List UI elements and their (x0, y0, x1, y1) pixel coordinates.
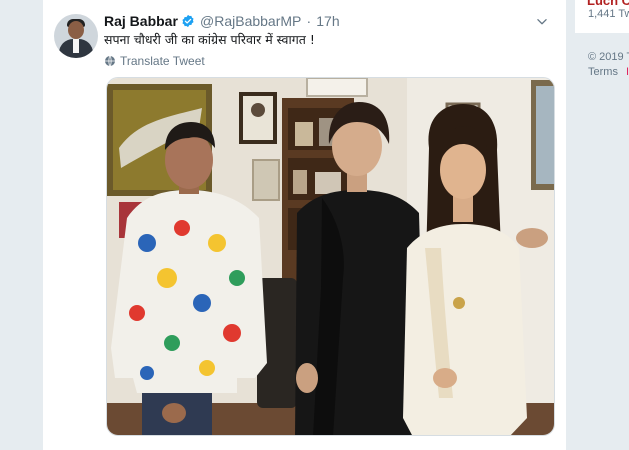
photo-sweater-dot-11 (140, 366, 154, 380)
photo-sweater-dot-6 (193, 294, 211, 312)
avatar[interactable] (54, 14, 98, 58)
photo-woman-black-hand (296, 363, 318, 393)
tweet-photo[interactable] (106, 77, 555, 436)
tweet-text: सपना चौधरी जी का कांग्रेस परिवार में स्व… (104, 32, 315, 47)
photo-sweater-dot-3 (208, 234, 226, 252)
tweet-header: Raj Babbar @RajBabbarMP · 17h (104, 11, 559, 31)
photo-woman-white-dress (403, 224, 527, 435)
trend-card[interactable]: Lucn C 1,441 Tw (575, 0, 629, 33)
photo-man-sweater (111, 190, 267, 393)
photo-portrait-head (251, 103, 265, 117)
photo-frame-small (252, 159, 280, 201)
photo-sweater-dot-5 (157, 268, 177, 288)
translate-tweet-link[interactable]: Translate Tweet (104, 54, 205, 68)
copyright-text: © 2019 T (588, 51, 629, 63)
photo-sweater-dot-2 (174, 220, 190, 236)
tweet-card: Raj Babbar @RajBabbarMP · 17h सपना चौधरी… (42, 0, 567, 450)
photo-man-hand (162, 403, 186, 423)
avatar-head (68, 21, 84, 39)
photo-shelf-frame-1 (295, 122, 313, 146)
photo-illustration (107, 78, 554, 435)
terms-link[interactable]: Terms (588, 66, 618, 78)
trend-title[interactable]: Lucn C (587, 0, 629, 8)
photo-sweater-dot-1 (138, 234, 156, 252)
user-handle[interactable]: @RajBabbarMP (200, 13, 301, 29)
translate-label: Translate Tweet (120, 54, 205, 68)
photo-shelf-frame-4 (315, 172, 341, 194)
tweet-timestamp[interactable]: 17h (316, 13, 339, 29)
photo-shelf-frame-3 (293, 170, 307, 194)
photo-woman-white-necklace (453, 297, 465, 309)
verified-badge-icon (182, 14, 194, 28)
right-sidebar: Lucn C 1,441 Tw © 2019 T Terms I (575, 0, 629, 450)
photo-frame-edge-inner (536, 86, 554, 184)
trend-tweet-count: 1,441 Tw (588, 8, 629, 20)
globe-icon (105, 55, 115, 67)
photo-sweater-dot-4 (229, 270, 245, 286)
avatar-shirt (73, 39, 79, 53)
photo-sweater-dot-8 (223, 324, 241, 342)
photo-sweater-dot-7 (129, 305, 145, 321)
chevron-down-icon[interactable] (535, 15, 549, 29)
separator-dot: · (306, 13, 312, 29)
photo-woman-white-neck (453, 196, 473, 222)
photo-sweater-dot-9 (164, 335, 180, 351)
display-name[interactable]: Raj Babbar (104, 13, 178, 29)
photo-sweater-dot-10 (199, 360, 215, 376)
photo-woman-white-hand (433, 368, 457, 388)
photo-arm-on-shoulder (516, 228, 548, 248)
photo-frame-portrait-inner (243, 96, 273, 140)
photo-frame-top (306, 78, 368, 97)
